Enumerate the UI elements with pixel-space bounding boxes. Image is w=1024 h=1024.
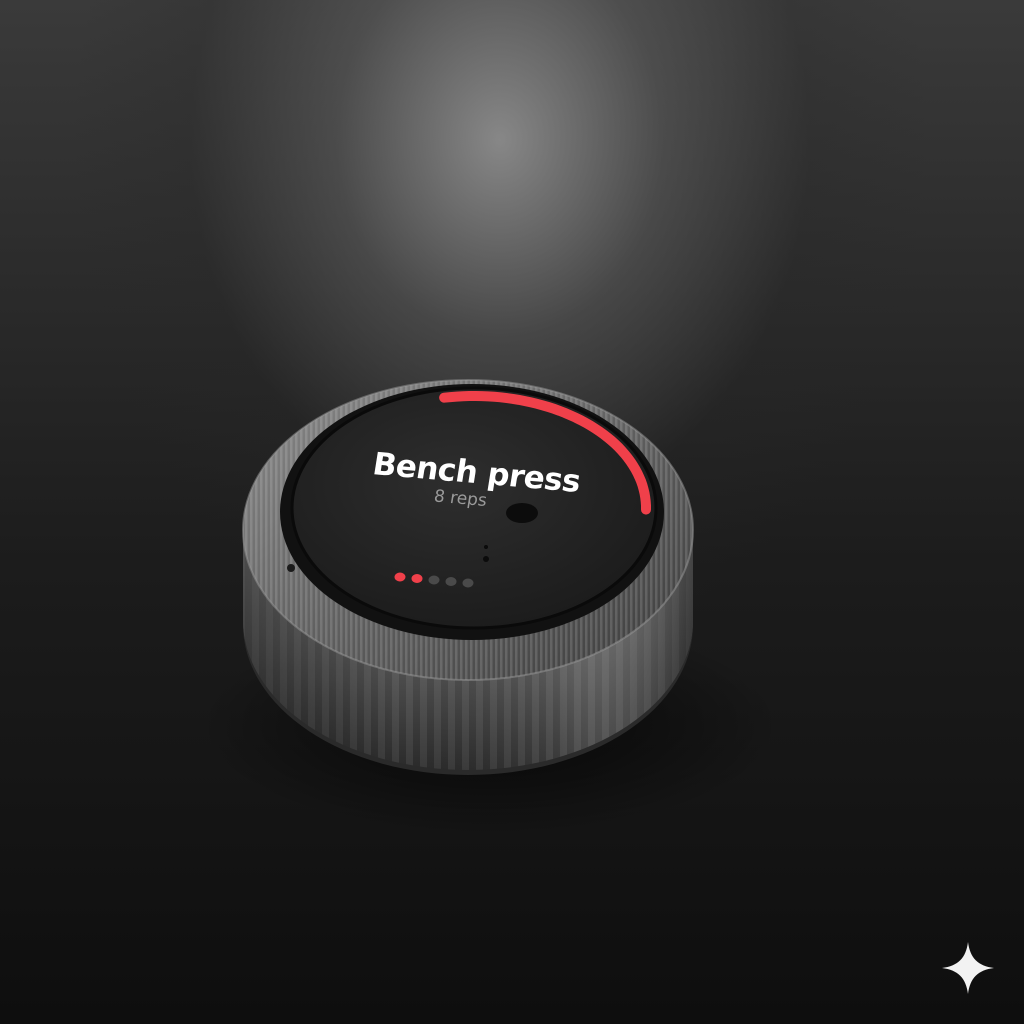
set-dot: [462, 578, 474, 588]
status-dot: [484, 545, 488, 549]
set-dot: [445, 577, 457, 586]
set-dot: [394, 572, 406, 582]
sparkle-icon: [942, 942, 994, 994]
status-dot: [483, 556, 489, 562]
set-dot: [428, 575, 440, 585]
set-dot: [411, 574, 423, 583]
side-button[interactable]: [287, 564, 295, 572]
product-photo: Bench press 8 reps: [0, 0, 1024, 1024]
